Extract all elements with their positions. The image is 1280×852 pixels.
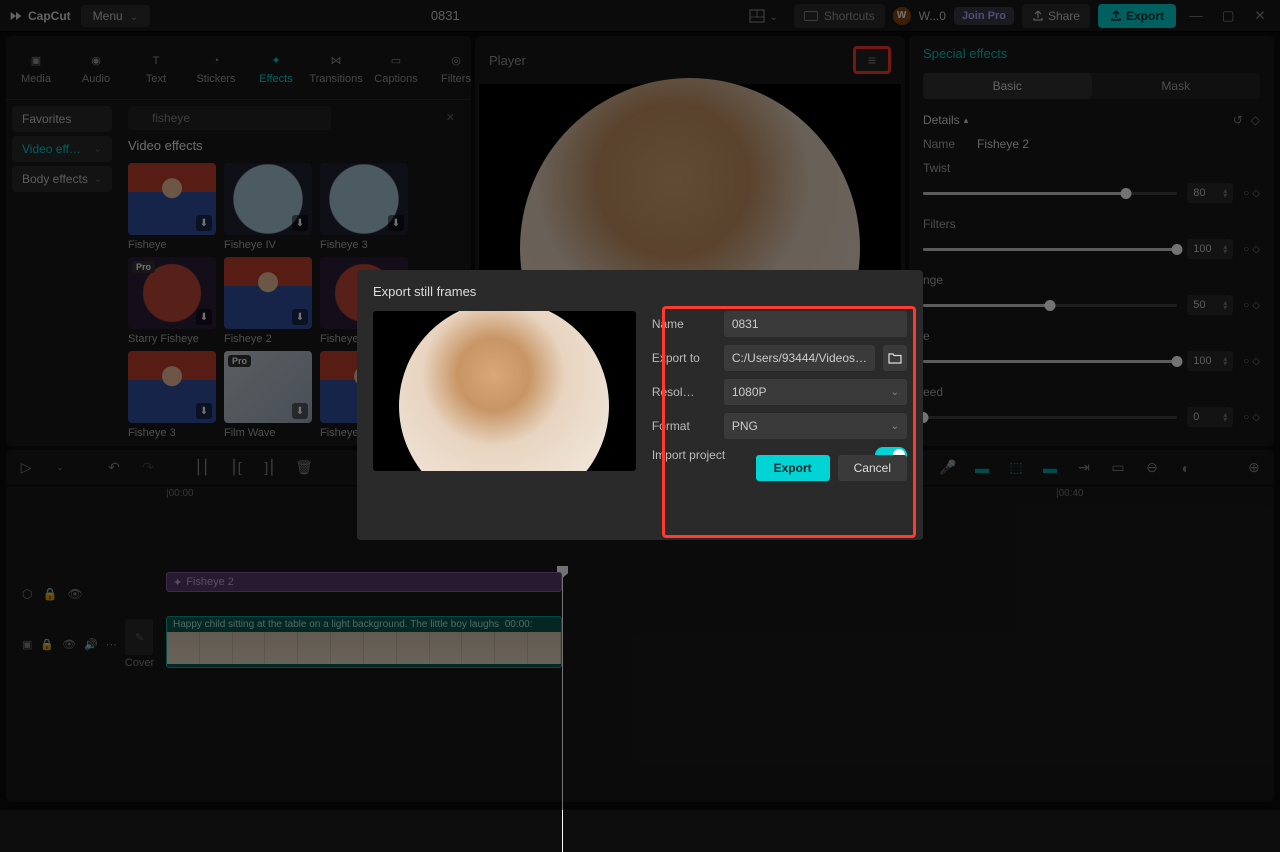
format-select[interactable]: PNG⌄ [724,413,907,439]
format-label: Format [652,419,716,433]
modal-title: Export still frames [373,284,907,299]
name-label: Name [652,317,716,331]
modal-cancel-button[interactable]: Cancel [838,455,907,481]
modal-export-button[interactable]: Export [756,455,830,481]
name-input[interactable] [724,311,907,337]
import-project-label: Import project [652,448,725,462]
exportto-label: Export to [652,351,716,365]
browse-folder-button[interactable] [883,345,907,371]
resolution-label: Resol… [652,385,716,399]
export-still-modal: Export still frames Name Export to C:/Us… [357,270,923,540]
exportto-value: C:/Users/93444/Videos… [724,345,875,371]
resolution-select[interactable]: 1080P⌄ [724,379,907,405]
modal-preview [373,311,636,471]
